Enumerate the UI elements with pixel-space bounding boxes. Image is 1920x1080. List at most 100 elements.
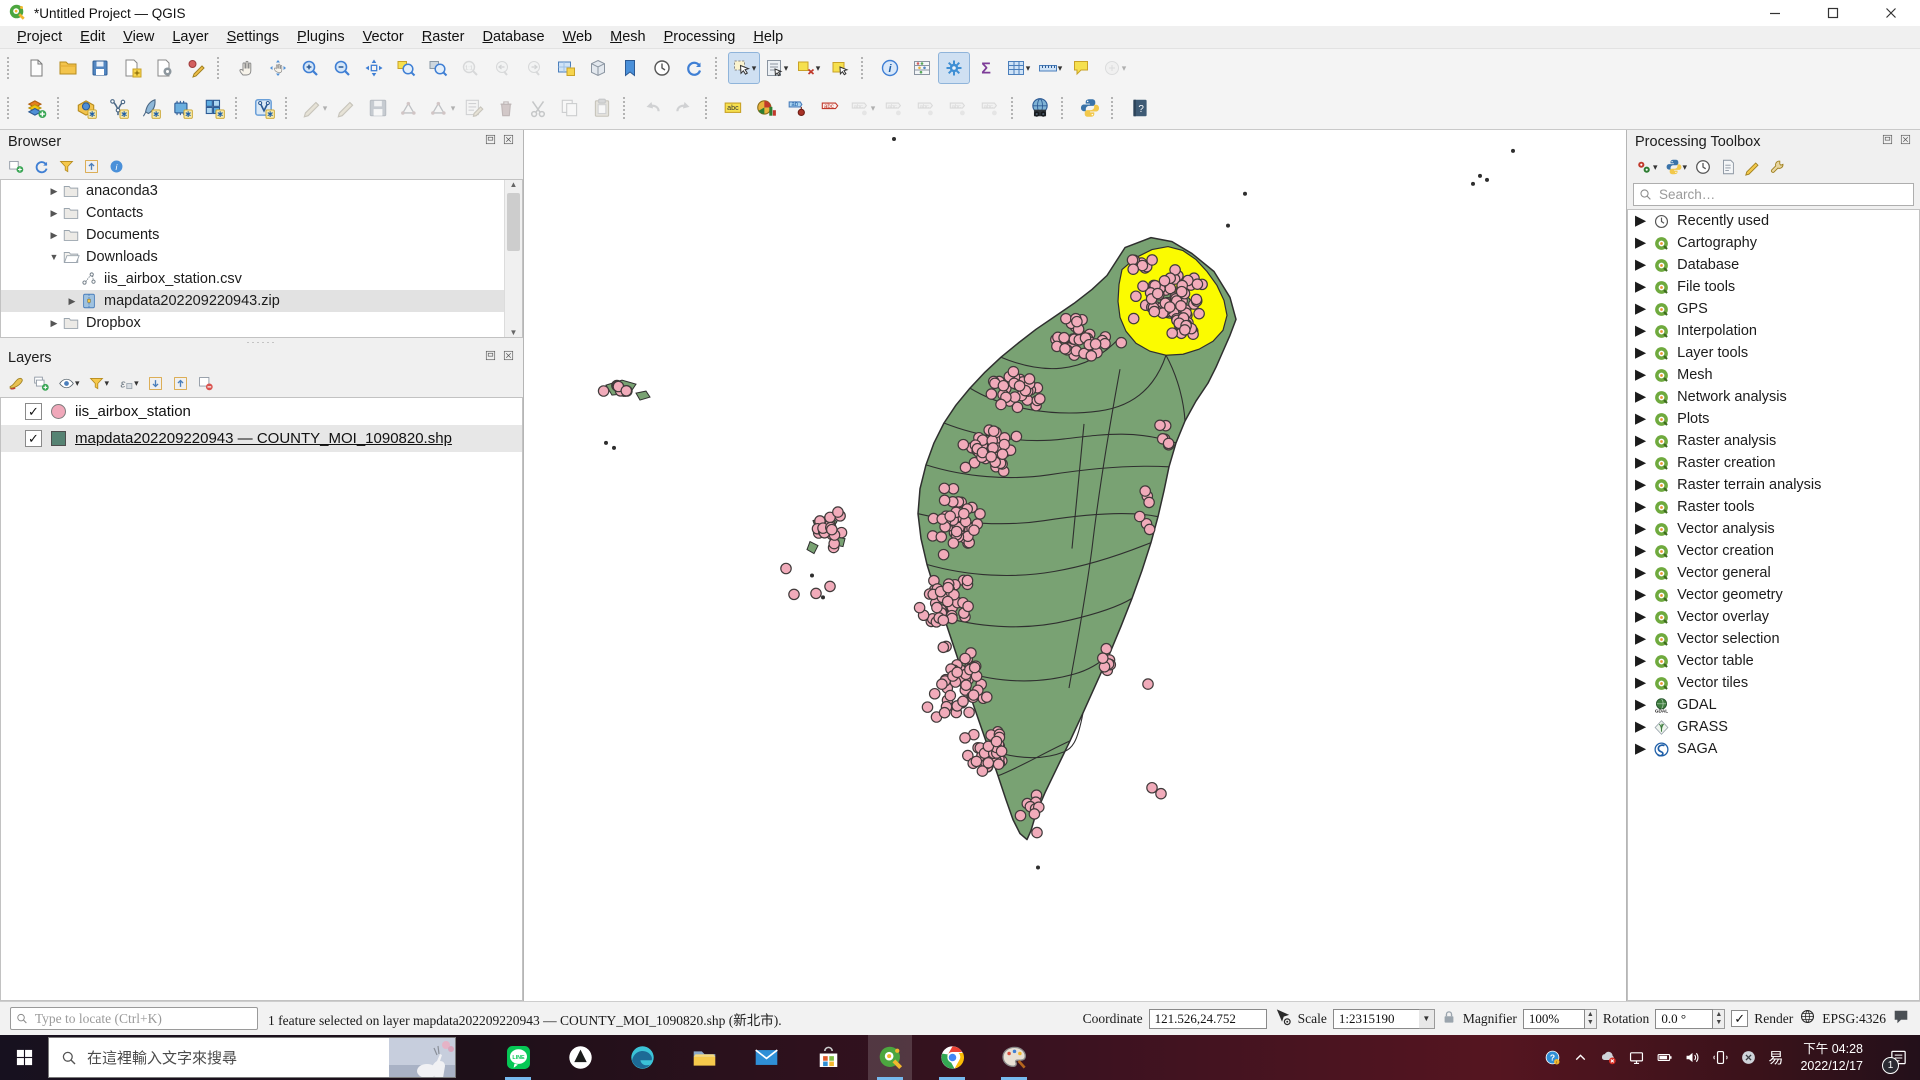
lock-scale-icon[interactable] [1441, 1009, 1457, 1029]
tray-icon-volume[interactable] [1684, 1049, 1701, 1066]
processing-options-button[interactable] [1769, 158, 1787, 176]
processing-algorithms-options-button[interactable]: ▾ [1635, 158, 1658, 176]
processing-group-recently-used[interactable]: ▶ Recently used [1628, 210, 1919, 232]
spin-down-icon[interactable]: ▼ [1715, 1018, 1722, 1027]
metasearch-button[interactable] [1024, 92, 1056, 124]
tree-arrow-icon[interactable]: ▼ [47, 252, 61, 262]
processing-group-vector-selection[interactable]: ▶ Vector selection [1628, 628, 1919, 650]
processing-group-vector-table[interactable]: ▶ Vector table [1628, 650, 1919, 672]
collapse-all-button[interactable] [83, 158, 100, 175]
tree-arrow-icon[interactable]: ▶ [1635, 455, 1646, 471]
tree-arrow-icon[interactable]: ▶ [1635, 543, 1646, 559]
save-project-button[interactable] [84, 52, 116, 84]
maximize-button[interactable] [1804, 0, 1862, 26]
chevron-down-icon[interactable]: ▾ [1653, 162, 1658, 173]
tray-icon-battery[interactable] [1656, 1049, 1673, 1066]
tree-arrow-icon[interactable]: ▶ [47, 230, 61, 241]
tree-arrow-icon[interactable]: ▶ [1635, 301, 1646, 317]
taskbar-app-store[interactable] [806, 1035, 850, 1080]
tray-icon-close-circle[interactable] [1740, 1049, 1757, 1066]
processing-toolbox-toggle-button[interactable] [938, 52, 970, 84]
map-canvas[interactable] [524, 130, 1626, 1001]
new-geopackage-layer-button[interactable] [70, 92, 102, 124]
tree-arrow-icon[interactable]: ▶ [1635, 433, 1646, 449]
tree-arrow-icon[interactable]: ▶ [1635, 675, 1646, 691]
tree-arrow-icon[interactable]: ▶ [1635, 565, 1646, 581]
taskbar-app-white-circle[interactable] [558, 1035, 602, 1080]
processing-group-file-tools[interactable]: ▶ File tools [1628, 276, 1919, 298]
chevron-down-icon[interactable]: ▾ [784, 63, 789, 74]
zoom-out-button[interactable] [326, 52, 358, 84]
menu-vector[interactable]: Vector [354, 28, 413, 46]
run-feature-action-button[interactable] [906, 52, 938, 84]
layers-float-icon[interactable] [484, 349, 497, 366]
processing-group-network-analysis[interactable]: ▶ Network analysis [1628, 386, 1919, 408]
chevron-down-icon[interactable]: ▾ [1058, 63, 1063, 74]
layers-close-icon[interactable] [502, 349, 515, 366]
open-layer-styling-button[interactable] [8, 375, 25, 392]
expand-all-button[interactable] [147, 375, 164, 392]
taskbar-app-explorer[interactable] [682, 1035, 726, 1080]
remove-layer-button[interactable] [197, 375, 214, 392]
new-virtual-layer-dialog-button[interactable] [248, 92, 280, 124]
scroll-up-icon[interactable]: ▲ [510, 180, 518, 189]
show-layout-manager-button[interactable] [148, 52, 180, 84]
toolbar-handle[interactable] [1011, 97, 1017, 119]
extents-toggle-icon[interactable] [1273, 1007, 1292, 1030]
processing-group-grass[interactable]: ▶ GRASS [1628, 716, 1919, 738]
menu-view[interactable]: View [114, 28, 163, 46]
search-highlight-image[interactable] [389, 1038, 455, 1077]
toolbar-handle[interactable] [861, 57, 867, 79]
temporal-controller-button[interactable] [646, 52, 678, 84]
layer-visibility-checkbox[interactable]: ✓ [25, 403, 42, 420]
python-console-button[interactable] [1074, 92, 1106, 124]
taskbar-clock[interactable]: 下午 04:28 2022/12/17 [1800, 1041, 1863, 1075]
spin-down-icon[interactable]: ▼ [1587, 1018, 1594, 1027]
edit-features-in-place-button[interactable] [1744, 158, 1762, 176]
filter-browser-button[interactable] [58, 158, 75, 175]
new-temporary-scratch-layer-button[interactable] [134, 92, 166, 124]
browser-scrollbar[interactable]: ▲ ▼ [504, 180, 522, 337]
results-viewer-button[interactable] [1719, 158, 1737, 176]
open-project-button[interactable] [52, 52, 84, 84]
notification-center[interactable]: 1 [1880, 1035, 1916, 1080]
tree-arrow-icon[interactable]: ▶ [1635, 279, 1646, 295]
chevron-down-icon[interactable]: ▾ [75, 378, 80, 389]
tree-arrow-icon[interactable]: ▶ [1635, 345, 1646, 361]
processing-group-vector-analysis[interactable]: ▶ Vector analysis [1628, 518, 1919, 540]
open-data-source-manager-button[interactable] [20, 92, 52, 124]
pan-to-selection-button[interactable] [262, 52, 294, 84]
filter-by-expression-button[interactable]: ε ▾ [117, 375, 139, 392]
browser-item-documents[interactable]: ▶ Documents [1, 224, 522, 246]
layer-item[interactable]: ✓ iis_airbox_station [1, 398, 522, 425]
enable-properties-widget-button[interactable]: i [108, 158, 125, 175]
tree-arrow-icon[interactable]: ▶ [1635, 521, 1646, 537]
toolbar-handle[interactable] [623, 97, 629, 119]
tree-arrow-icon[interactable]: ▶ [1635, 323, 1646, 339]
help-contents-button[interactable]: ? [1124, 92, 1156, 124]
start-button[interactable] [0, 1035, 48, 1080]
scale-combo[interactable]: 1:2315190 ▼ [1332, 1008, 1435, 1029]
select-features-by-value-button[interactable]: ▾ [760, 52, 792, 84]
magnifier-spin[interactable]: 100% ▲ ▼ [1522, 1008, 1597, 1029]
tree-arrow-icon[interactable]: ▶ [47, 208, 61, 219]
open-attribute-table-button[interactable]: ▾ [1002, 52, 1034, 84]
toolbar-handle[interactable] [7, 57, 13, 79]
tray-icon-chevron-up[interactable] [1572, 1049, 1589, 1066]
tree-arrow-icon[interactable]: ▶ [1635, 499, 1646, 515]
chevron-down-icon[interactable]: ▾ [451, 103, 456, 114]
tray-icon-phone[interactable] [1712, 1049, 1729, 1066]
tree-arrow-icon[interactable]: ▶ [1635, 741, 1646, 757]
new-virtual-layer-button[interactable] [198, 92, 230, 124]
processing-scripts-button[interactable]: ▾ [1665, 158, 1687, 176]
browser-close-icon[interactable] [502, 133, 515, 150]
minimize-button[interactable] [1746, 0, 1804, 26]
tree-arrow-icon[interactable]: ▶ [1635, 697, 1646, 713]
manage-map-themes-button[interactable]: ▾ [58, 375, 80, 392]
browser-item-contacts[interactable]: ▶ Contacts [1, 202, 522, 224]
chevron-down-icon[interactable]: ▾ [105, 378, 110, 389]
toolbar-handle[interactable] [57, 97, 63, 119]
processing-group-saga[interactable]: ▶ SAGA [1628, 738, 1919, 760]
menu-edit[interactable]: Edit [71, 28, 114, 46]
menu-web[interactable]: Web [554, 28, 602, 46]
